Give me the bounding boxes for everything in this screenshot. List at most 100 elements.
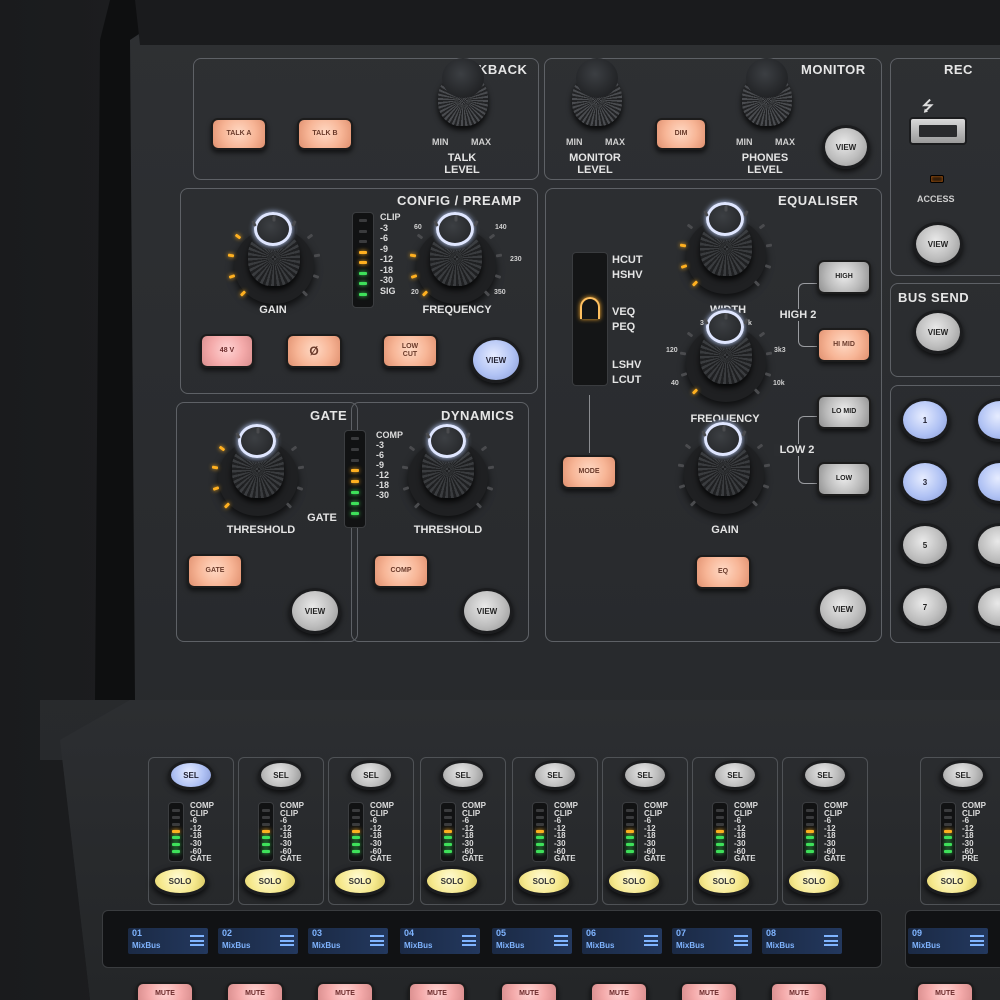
mute-button[interactable]: MUTE: [408, 982, 466, 1000]
solo-button[interactable]: SOLO: [786, 866, 842, 896]
talk-level-label: TALK LEVEL: [444, 152, 480, 176]
usb-port-icon[interactable]: [909, 117, 967, 145]
eq-lo-mid-button[interactable]: LO MID: [817, 395, 871, 429]
solo-button[interactable]: SOLO: [242, 866, 298, 896]
eq-gain-knob[interactable]: [676, 418, 772, 514]
channel-lcd: 01 MixBus: [128, 928, 208, 954]
gate-view-button[interactable]: VIEW: [289, 588, 341, 634]
eq-mode-button[interactable]: MODE: [561, 455, 617, 489]
mute-button[interactable]: MUTE: [680, 982, 738, 1000]
strip-meter-label: GATE: [554, 854, 576, 864]
solo-button[interactable]: SOLO: [332, 866, 388, 896]
solo-button[interactable]: SOLO: [924, 866, 980, 896]
monitor-level-knob[interactable]: [570, 56, 624, 130]
meter-clip-label: CLIP: [380, 212, 401, 222]
mute-button[interactable]: MUTE: [770, 982, 828, 1000]
sel-button[interactable]: SEL: [622, 760, 668, 790]
comp-threshold-knob[interactable]: [400, 420, 496, 516]
strip-meter-label: GATE: [644, 854, 666, 864]
config-view-button[interactable]: VIEW: [470, 337, 522, 383]
meter-led: [351, 437, 359, 440]
mute-button[interactable]: MUTE: [916, 982, 974, 1000]
talk-b-button[interactable]: TALK B: [297, 118, 353, 150]
sel-button[interactable]: SEL: [348, 760, 394, 790]
solo-button[interactable]: SOLO: [606, 866, 662, 896]
frequency-knob[interactable]: [408, 208, 504, 304]
dynamics-view-button[interactable]: VIEW: [461, 588, 513, 634]
eq-button[interactable]: EQ: [695, 555, 751, 589]
meter-led: [536, 843, 544, 847]
menu-lines-icon: [554, 935, 568, 946]
monitor-view-button[interactable]: VIEW: [822, 125, 870, 169]
eq-view-button[interactable]: VIEW: [817, 586, 869, 632]
comp-threshold-label: THRESHOLD: [413, 524, 483, 536]
solo-button[interactable]: SOLO: [424, 866, 480, 896]
eq-freq-scale-10k: 10k: [773, 380, 785, 387]
solo-button[interactable]: SOLO: [152, 866, 208, 896]
meter-led: [352, 836, 360, 840]
meter-led: [359, 229, 367, 233]
mute-button[interactable]: MUTE: [590, 982, 648, 1000]
low-cut-button[interactable]: LOW CUT: [382, 334, 438, 368]
eq-type-column: [572, 252, 608, 386]
sel-button[interactable]: SEL: [532, 760, 578, 790]
meter-3-label: -3: [380, 222, 389, 233]
sel-button[interactable]: SEL: [940, 760, 986, 790]
monitor-level-label: MONITOR LEVEL: [569, 152, 621, 176]
eq-frequency-knob[interactable]: [678, 306, 774, 402]
bus-send-view-button[interactable]: VIEW: [913, 310, 963, 354]
gate-threshold-knob[interactable]: [210, 420, 306, 516]
sel-button[interactable]: SEL: [802, 760, 848, 790]
mute-button[interactable]: MUTE: [136, 982, 194, 1000]
eq-hi-mid-button[interactable]: HI MID: [817, 328, 871, 362]
channel-lcd: 08 MixBus: [762, 928, 842, 954]
meter-led: [352, 829, 360, 833]
strip-meter-scale: COMP CLIP -6 -12 -18 -30 -60 GATE: [370, 802, 394, 863]
meter-led: [172, 809, 180, 812]
sel-button[interactable]: SEL: [258, 760, 304, 790]
phones-max-label: MAX: [775, 137, 795, 147]
sel-button[interactable]: SEL: [168, 760, 214, 790]
bus-button-7[interactable]: 7: [900, 585, 950, 629]
eq-high-button[interactable]: HIGH: [817, 260, 871, 294]
phantom-48v-button[interactable]: 48 V: [200, 334, 254, 368]
meter-led: [262, 843, 270, 847]
gain-knob[interactable]: [226, 208, 322, 304]
channel-number: 01: [132, 928, 143, 938]
freq-scale-350: 350: [494, 289, 506, 296]
mute-button[interactable]: MUTE: [500, 982, 558, 1000]
channel-number: 05: [496, 928, 507, 938]
strip-meter-scale: COMP CLIP -6 -12 -18 -30 -60 GATE: [554, 802, 578, 863]
meter-led: [536, 850, 544, 854]
talk-level-knob[interactable]: [436, 56, 490, 130]
meter-led: [806, 829, 814, 833]
knob-tick-led: [722, 425, 726, 432]
bus-button-3[interactable]: 3: [900, 460, 950, 504]
gate-meter-label: GATE: [307, 512, 337, 524]
gate-threshold-label: THRESHOLD: [226, 524, 296, 536]
mute-button[interactable]: MUTE: [226, 982, 284, 1000]
talk-a-button[interactable]: TALK A: [211, 118, 267, 150]
meter-led: [352, 850, 360, 854]
rec-view-button[interactable]: VIEW: [913, 222, 963, 266]
eq-type-peq: PEQ: [612, 321, 636, 333]
sel-button[interactable]: SEL: [712, 760, 758, 790]
eq-width-knob[interactable]: [678, 198, 774, 294]
eq-low-button[interactable]: LOW: [817, 462, 871, 496]
phase-button[interactable]: Ø: [286, 334, 342, 368]
menu-lines-icon: [824, 935, 838, 946]
meter-led: [444, 850, 452, 854]
comp-button[interactable]: COMP: [373, 554, 429, 588]
meter-led: [536, 815, 544, 819]
mute-button[interactable]: MUTE: [316, 982, 374, 1000]
bus-button-5[interactable]: 5: [900, 523, 950, 567]
dim-button[interactable]: DIM: [655, 118, 707, 150]
strip-meter-label: GATE: [462, 854, 484, 864]
phones-level-knob[interactable]: [740, 56, 794, 130]
gate-button[interactable]: GATE: [187, 554, 243, 588]
bus-button-1[interactable]: 1: [900, 398, 950, 442]
solo-button[interactable]: SOLO: [696, 866, 752, 896]
meter-led: [626, 850, 634, 854]
solo-button[interactable]: SOLO: [516, 866, 572, 896]
sel-button[interactable]: SEL: [440, 760, 486, 790]
